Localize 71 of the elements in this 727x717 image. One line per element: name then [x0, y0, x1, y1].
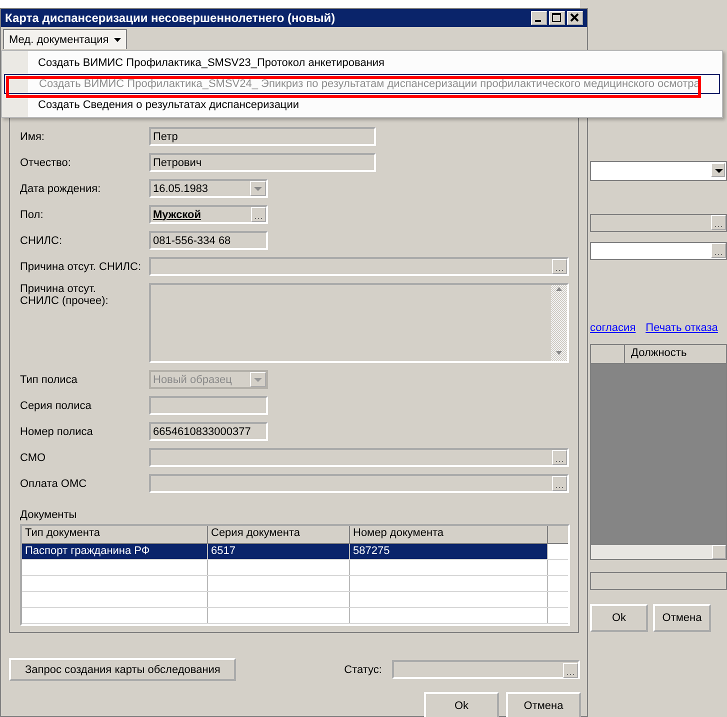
- input-field[interactable]: [149, 448, 569, 467]
- ellipsis-button[interactable]: [552, 476, 567, 491]
- lookup-field[interactable]: [590, 242, 727, 260]
- field-label: Номер полиса: [20, 426, 94, 438]
- input-field[interactable]: [149, 396, 268, 415]
- column-header[interactable]: Должность: [624, 345, 726, 363]
- text-field[interactable]: [590, 572, 727, 590]
- request-button[interactable]: Запрос создания карты обследования: [9, 658, 236, 681]
- field-label: Дата рождения:: [20, 182, 102, 194]
- column-header[interactable]: Серия документа: [208, 526, 350, 543]
- lookup-field[interactable]: [590, 214, 727, 232]
- field-value: Мужской: [152, 208, 202, 220]
- ellipsis-button[interactable]: [552, 259, 567, 274]
- maximize-icon[interactable]: [549, 11, 565, 25]
- input-field[interactable]: [149, 474, 569, 493]
- input-field[interactable]: Петр: [149, 127, 376, 146]
- ellipsis-button[interactable]: [563, 663, 578, 678]
- ellipsis-button[interactable]: [711, 243, 726, 258]
- dialog-button[interactable]: Отмена: [653, 604, 711, 632]
- field-label: Серия полиса: [20, 400, 92, 412]
- input-field[interactable]: Мужской: [149, 205, 268, 224]
- section-title: Документы: [20, 509, 78, 521]
- close-icon[interactable]: [567, 11, 583, 25]
- dialog-button[interactable]: Ok: [590, 604, 648, 632]
- field-value: Петрович: [152, 156, 202, 168]
- field-value: 16.05.1983: [152, 182, 208, 194]
- input-field[interactable]: [149, 257, 569, 276]
- field-label: СМО: [20, 452, 47, 464]
- field-label: Причина отсут. СНИЛС (прочее):: [20, 283, 110, 307]
- table-cell: Паспорт гражданина РФ: [22, 544, 208, 559]
- input-field[interactable]: 081-556-334 68: [149, 231, 268, 250]
- ellipsis-button[interactable]: [251, 207, 266, 222]
- scroll-arrows-icon[interactable]: [554, 285, 564, 357]
- field-value: 081-556-334 68: [152, 234, 231, 246]
- window-title: Карта диспансеризации несовершеннолетнего (новый): [5, 11, 336, 25]
- input-field[interactable]: Петрович: [149, 153, 376, 172]
- menu-button[interactable]: Мед. документация: [3, 29, 127, 49]
- ellipsis-button[interactable]: [711, 215, 726, 230]
- link[interactable]: согласия: [590, 322, 636, 334]
- minimize-icon[interactable]: [531, 11, 547, 25]
- field-label: Отчество:: [20, 156, 72, 168]
- input-field[interactable]: [149, 283, 569, 363]
- field-label: Пол:: [20, 208, 44, 220]
- ellipsis-button[interactable]: [552, 450, 567, 465]
- status-label: Статус:: [344, 664, 382, 676]
- table-row[interactable]: Паспорт гражданина РФ 6517 587275: [22, 544, 568, 560]
- link[interactable]: Печать отказа: [646, 322, 718, 334]
- field-value: Петр: [152, 130, 178, 142]
- field-value: 6654610833000377: [152, 426, 251, 438]
- field-label: Имя:: [20, 130, 46, 142]
- scrollbar[interactable]: [551, 285, 567, 361]
- field-label: СНИЛС:: [20, 234, 64, 246]
- column-header[interactable]: Номер документа: [350, 526, 548, 543]
- field-label: Причина отсут. СНИЛС:: [20, 260, 142, 272]
- caret-icon: [114, 38, 121, 42]
- combo-field[interactable]: [590, 161, 727, 181]
- scroll-right-icon[interactable]: [712, 545, 726, 559]
- table-cell: 6517: [208, 544, 350, 559]
- field-label: Оплата ОМС: [20, 478, 88, 490]
- table-cell: 587275: [350, 544, 548, 559]
- dialog-button[interactable]: Отмена: [506, 692, 581, 717]
- input-field[interactable]: 6654610833000377: [149, 422, 268, 441]
- dialog-button[interactable]: Ok: [424, 692, 499, 717]
- menu-item[interactable]: Создать ВИМИС Профилактика_SMSV23_Протокол анкетирования: [4, 53, 720, 73]
- status-field[interactable]: [392, 660, 580, 679]
- menu-item[interactable]: Создать Сведения о результатах диспансеризации: [4, 95, 720, 115]
- column-header[interactable]: Тип документа: [22, 526, 208, 543]
- scrollbar[interactable]: [591, 545, 726, 559]
- field-value: Новый образец: [152, 374, 232, 386]
- field-label: Тип полиса: [20, 374, 78, 386]
- input-field[interactable]: 16.05.1983: [149, 179, 268, 198]
